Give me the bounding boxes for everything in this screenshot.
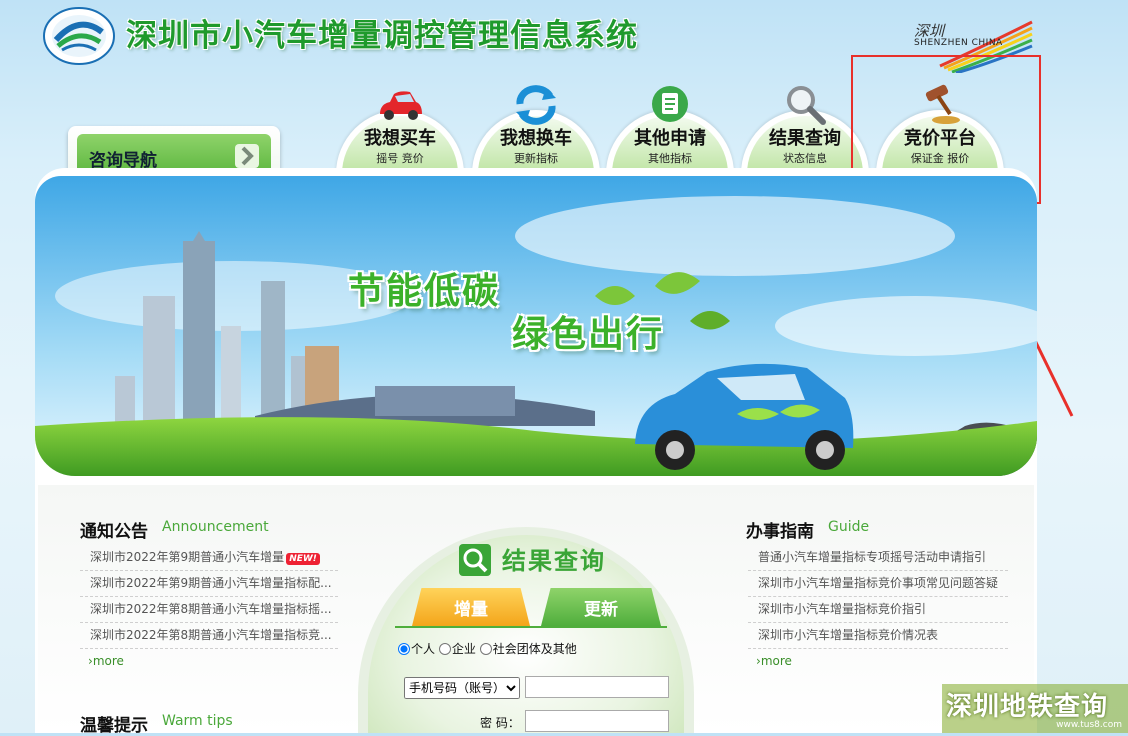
- new-badge: NEW!: [286, 553, 320, 565]
- guide-item[interactable]: 深圳市小汽车增量指标竞价情况表: [748, 623, 1008, 649]
- tab-increment[interactable]: 增量: [412, 588, 530, 626]
- guide-item[interactable]: 深圳市小汽车增量指标竞价指引: [748, 597, 1008, 623]
- nav-tab-sub: 摇号 竞价: [376, 152, 424, 165]
- query-search-icon: [459, 544, 491, 576]
- guide-item[interactable]: 普通小汽车增量指标专项摇号活动申请指引: [748, 545, 1008, 571]
- guide-more-link[interactable]: ›more: [756, 654, 792, 668]
- nav-tab-label: 其他申请: [634, 128, 706, 149]
- tips-title-en: Warm tips: [162, 713, 233, 729]
- guide-list: 普通小汽车增量指标专项摇号活动申请指引 深圳市小汽车增量指标竞价事项常见问题答疑…: [748, 545, 1008, 649]
- banner-slogan-1: 节能低碳: [348, 271, 501, 312]
- system-title: 深圳市小汽车增量调控管理信息系统: [126, 18, 638, 54]
- more-text: more: [760, 654, 792, 668]
- red-car-icon: [380, 91, 422, 120]
- password-input[interactable]: [525, 710, 669, 732]
- nav-tab-sub: 其他指标: [648, 152, 692, 165]
- document-icon: [652, 86, 688, 122]
- nav-tab-result-query[interactable]: 结果查询 状态信息: [741, 86, 869, 180]
- tips-title: 温馨提示: [80, 716, 148, 736]
- radio-person-label: 个人: [411, 642, 436, 656]
- watermark-text: 深圳地铁查询: [946, 692, 1109, 722]
- gov-logo-sub: SHENZHEN CHINA: [914, 38, 1003, 48]
- radio-company-label: 企业: [451, 642, 476, 656]
- radio-person[interactable]: [398, 643, 410, 655]
- announcement-item[interactable]: 深圳市2022年第9期普通小汽车增量指标配...: [80, 571, 338, 597]
- banner-slogan-2: 绿色出行: [512, 314, 665, 355]
- account-type-select[interactable]: 手机号码（账号）: [404, 677, 520, 699]
- more-text: more: [92, 654, 124, 668]
- tab-underline: [395, 626, 667, 628]
- tab-increment-label: 增量: [454, 600, 488, 620]
- nav-tab-label: 我想换车: [500, 128, 572, 149]
- shenzhen-traffic-logo: [43, 7, 115, 65]
- magnifier-icon: [787, 86, 826, 125]
- announcement-item-text: 深圳市2022年第9期普通小汽车增量: [90, 550, 285, 564]
- announcement-list: 深圳市2022年第9期普通小汽车增量 NEW! 深圳市2022年第9期普通小汽车增…: [80, 545, 338, 649]
- password-label: 密 码：: [480, 716, 520, 730]
- announcement-title: 通知公告: [80, 522, 148, 542]
- account-input[interactable]: [525, 676, 669, 698]
- guide-title-en: Guide: [828, 519, 870, 535]
- radio-group-label: 社会团体及其他: [492, 642, 577, 656]
- nav-tab-sub: 更新指标: [514, 152, 558, 165]
- tab-update-label: 更新: [584, 600, 618, 620]
- nav-tab-label: 结果查询: [769, 128, 841, 149]
- announcement-item[interactable]: 深圳市2022年第8期普通小汽车增量指标摇...: [80, 597, 338, 623]
- announcement-item[interactable]: 深圳市2022年第9期普通小汽车增量 NEW!: [80, 545, 338, 571]
- nav-tab-other-apply[interactable]: 其他申请 其他指标: [606, 86, 734, 180]
- radio-group[interactable]: [479, 643, 492, 655]
- nav-tab-sub: 状态信息: [783, 152, 827, 165]
- announcement-more-link[interactable]: ›more: [88, 654, 124, 668]
- applicant-type-radios: 个人 企业 社会团体及其他: [398, 640, 577, 657]
- nav-tab-buy-car[interactable]: 我想买车 摇号 竞价: [336, 91, 464, 180]
- chevron-right-icon: [235, 144, 259, 168]
- guide-title: 办事指南: [746, 522, 814, 542]
- radio-company[interactable]: [438, 643, 451, 655]
- query-title: 结果查询: [502, 547, 606, 575]
- nav-tab-change-car[interactable]: 我想换车 更新指标: [472, 85, 600, 180]
- announcement-item[interactable]: 深圳市2022年第8期普通小汽车增量指标竞...: [80, 623, 338, 649]
- watermark-url: www.tus8.com: [1056, 720, 1122, 730]
- tab-update[interactable]: 更新: [541, 588, 661, 626]
- site-watermark: 深圳地铁查询 www.tus8.com: [942, 684, 1128, 733]
- refresh-arrows-icon: [516, 85, 556, 125]
- announcement-title-en: Announcement: [162, 519, 269, 535]
- nav-tab-label: 我想买车: [364, 128, 436, 149]
- guide-item[interactable]: 深圳市小汽车增量指标竞价事项常见问题答疑: [748, 571, 1008, 597]
